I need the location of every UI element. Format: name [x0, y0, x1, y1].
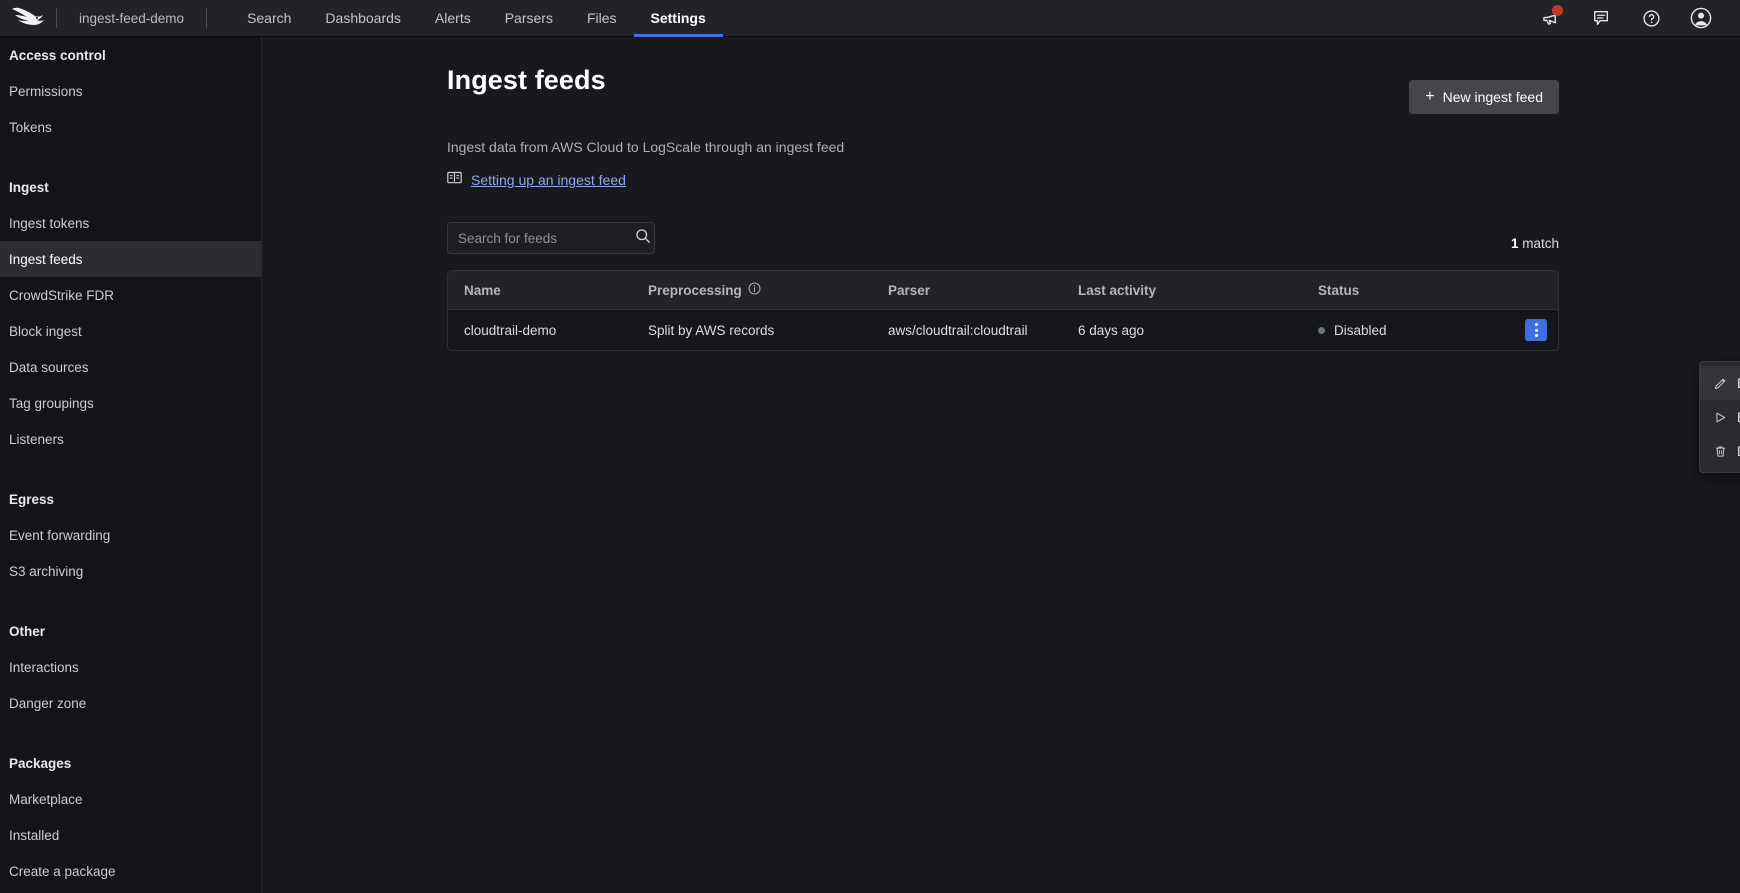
- kebab-dot-1: [1535, 323, 1538, 326]
- nav-tab-dashboards[interactable]: Dashboards: [308, 0, 418, 37]
- falcon-logo-icon: [11, 7, 45, 29]
- sidebar-item-block-ingest[interactable]: Block ingest: [0, 313, 261, 349]
- table-row[interactable]: cloudtrail-demo Split by AWS records aws…: [448, 310, 1558, 350]
- sidebar-spacer-1: [0, 145, 261, 169]
- search-and-match-row: 1 match: [447, 222, 1559, 254]
- sidebar-spacer-4: [0, 721, 261, 745]
- cell-status: Disabled: [1318, 323, 1498, 338]
- sidebar-item-ingest-feeds[interactable]: Ingest feeds: [0, 241, 261, 277]
- settings-sidebar: Access control Permissions Tokens Ingest…: [0, 37, 262, 893]
- nav-tab-search[interactable]: Search: [230, 0, 308, 37]
- notification-badge: [1552, 5, 1563, 16]
- play-icon: [1714, 411, 1727, 424]
- help-circle-icon[interactable]: [1626, 0, 1676, 37]
- context-menu-item-delete[interactable]: Delete: [1700, 434, 1740, 468]
- sidebar-item-interactions[interactable]: Interactions: [0, 649, 261, 685]
- column-header-last-activity[interactable]: Last activity: [1078, 283, 1318, 298]
- user-avatar-icon[interactable]: [1676, 0, 1726, 37]
- nav-tab-parsers[interactable]: Parsers: [488, 0, 570, 37]
- sidebar-item-data-sources[interactable]: Data sources: [0, 349, 261, 385]
- sidebar-spacer-2: [0, 457, 261, 481]
- kebab-dot-3: [1535, 334, 1538, 337]
- sidebar-item-crowdstrike-fdr[interactable]: CrowdStrike FDR: [0, 277, 261, 313]
- cell-preprocessing: Split by AWS records: [648, 323, 888, 338]
- new-ingest-feed-label: New ingest feed: [1443, 89, 1543, 105]
- sidebar-group-egress: Egress: [0, 481, 261, 517]
- sidebar-group-other: Other: [0, 613, 261, 649]
- chat-bubble-icon: [1592, 9, 1610, 27]
- status-badge-dot: [1318, 327, 1325, 334]
- documentation-link-row: Setting up an ingest feed: [447, 171, 1559, 189]
- nav-right-icons: [1526, 0, 1740, 37]
- column-header-name[interactable]: Name: [448, 283, 648, 298]
- sidebar-item-danger-zone[interactable]: Danger zone: [0, 685, 261, 721]
- ingest-feeds-panel: Ingest feeds + New ingest feed Ingest da…: [447, 65, 1559, 351]
- search-icon[interactable]: [635, 228, 651, 249]
- trash-icon: [1714, 445, 1727, 458]
- pencil-icon: [1714, 377, 1727, 390]
- nav-tab-settings[interactable]: Settings: [634, 0, 723, 37]
- column-header-parser[interactable]: Parser: [888, 283, 1078, 298]
- sidebar-item-create-a-package[interactable]: Create a package: [0, 853, 261, 889]
- play-triangle-icon: [1714, 411, 1727, 424]
- sidebar-item-marketplace[interactable]: Marketplace: [0, 781, 261, 817]
- sidebar-group-ingest: Ingest: [0, 169, 261, 205]
- column-header-preprocessing-label: Preprocessing: [648, 283, 742, 298]
- row-context-menu: Edit Enable Delete: [1699, 361, 1740, 473]
- book-icon: [447, 171, 462, 189]
- top-navigation-bar: ingest-feed-demo Search Dashboards Alert…: [0, 0, 1740, 37]
- sidebar-group-packages: Packages: [0, 745, 261, 781]
- table-header-row: Name Preprocessing Parser Last activity …: [448, 271, 1558, 310]
- cell-actions: [1498, 319, 1558, 341]
- nav-divider-right: [206, 8, 207, 28]
- search-feeds-box[interactable]: [447, 222, 655, 254]
- kebab-menu-icon[interactable]: [1525, 319, 1547, 341]
- cell-name: cloudtrail-demo: [448, 323, 648, 338]
- ingest-feeds-table: Name Preprocessing Parser Last activity …: [447, 270, 1559, 351]
- question-mark-circle-icon: [1642, 9, 1661, 28]
- cell-parser: aws/cloudtrail:cloudtrail: [888, 323, 1078, 338]
- sidebar-item-tag-groupings[interactable]: Tag groupings: [0, 385, 261, 421]
- pencil-glyph-icon: [1714, 377, 1727, 390]
- sidebar-item-listeners[interactable]: Listeners: [0, 421, 261, 457]
- cell-last-activity: 6 days ago: [1078, 323, 1318, 338]
- page-title: Ingest feeds: [447, 65, 606, 96]
- column-header-status[interactable]: Status: [1318, 283, 1498, 298]
- search-input[interactable]: [458, 231, 635, 246]
- feedback-chat-icon[interactable]: [1576, 0, 1626, 37]
- context-menu-item-edit[interactable]: Edit: [1700, 366, 1740, 400]
- trash-can-icon: [1714, 445, 1727, 458]
- sidebar-item-event-forwarding[interactable]: Event forwarding: [0, 517, 261, 553]
- magnifier-icon: [635, 228, 651, 244]
- sidebar-item-installed[interactable]: Installed: [0, 817, 261, 853]
- status-badge: Disabled: [1334, 323, 1387, 338]
- info-circle-icon[interactable]: [748, 282, 761, 298]
- nav-items: Search Dashboards Alerts Parsers Files S…: [230, 0, 723, 37]
- new-ingest-feed-button[interactable]: + New ingest feed: [1409, 80, 1559, 114]
- nav-tab-alerts[interactable]: Alerts: [418, 0, 488, 37]
- setting-up-ingest-feed-link[interactable]: Setting up an ingest feed: [471, 172, 626, 188]
- page-header: Ingest feeds + New ingest feed: [447, 65, 1559, 114]
- main-content-area: Ingest feeds + New ingest feed Ingest da…: [262, 37, 1740, 893]
- info-glyph-icon: [748, 282, 761, 295]
- sidebar-spacer-3: [0, 589, 261, 613]
- nav-tab-files[interactable]: Files: [570, 0, 634, 37]
- sidebar-group-access-control: Access control: [0, 37, 261, 73]
- user-profile-icon: [1690, 7, 1712, 29]
- plus-icon: +: [1425, 89, 1434, 105]
- context-menu-item-enable[interactable]: Enable: [1700, 400, 1740, 434]
- kebab-dot-2: [1535, 329, 1538, 332]
- match-count-label: match: [1518, 236, 1559, 251]
- book-glyph-icon: [447, 171, 462, 184]
- crowdstrike-falcon-logo[interactable]: [0, 0, 56, 37]
- column-header-preprocessing[interactable]: Preprocessing: [648, 282, 888, 298]
- page-subtitle: Ingest data from AWS Cloud to LogScale t…: [447, 139, 1559, 155]
- sidebar-item-s3-archiving[interactable]: S3 archiving: [0, 553, 261, 589]
- repository-name[interactable]: ingest-feed-demo: [57, 11, 206, 26]
- sidebar-item-tokens[interactable]: Tokens: [0, 109, 261, 145]
- sidebar-item-ingest-tokens[interactable]: Ingest tokens: [0, 205, 261, 241]
- announcement-icon[interactable]: [1526, 0, 1576, 37]
- sidebar-item-permissions[interactable]: Permissions: [0, 73, 261, 109]
- match-count: 1 match: [1511, 236, 1559, 251]
